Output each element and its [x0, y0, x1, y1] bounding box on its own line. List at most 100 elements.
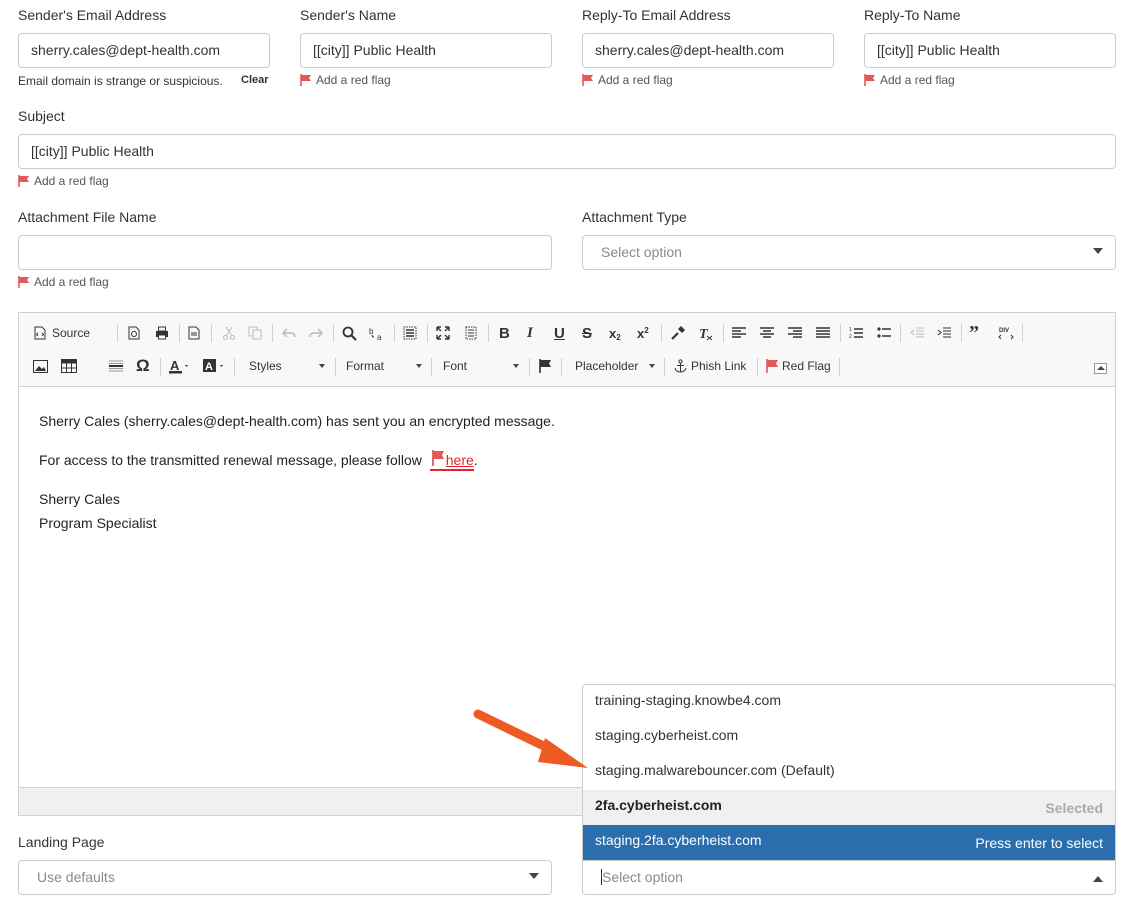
landing-page-select[interactable]: Use defaults — [18, 860, 552, 895]
redo-icon[interactable] — [308, 323, 324, 343]
format-label: Format — [346, 359, 385, 373]
bold-icon[interactable]: B — [499, 323, 510, 343]
strikethrough-icon[interactable]: S — [582, 323, 592, 343]
add-red-flag-subject[interactable]: Add a red flag — [18, 174, 109, 188]
replace-icon[interactable]: ba — [369, 323, 385, 343]
body-line-1: Sherry Cales (sherry.cales@dept-health.c… — [39, 413, 555, 429]
reply-name-input[interactable]: [[city]] Public Health — [864, 33, 1116, 68]
align-left-icon[interactable] — [732, 323, 746, 343]
maximize-icon[interactable] — [436, 323, 450, 343]
add-red-flag-label: Add a red flag — [316, 73, 391, 87]
outdent-icon[interactable] — [910, 323, 924, 343]
image-icon[interactable] — [33, 356, 48, 376]
reply-email-input[interactable]: sherry.cales@dept-health.com — [582, 33, 834, 68]
reply-email-label: Reply-To Email Address — [582, 7, 731, 23]
phish-link-here[interactable]: here — [446, 452, 474, 468]
domain-option-highlighted[interactable]: staging.2fa.cyberheist.com Press enter to… — [583, 825, 1115, 860]
subject-input[interactable]: [[city]] Public Health — [18, 134, 1116, 169]
format-combo[interactable]: Format — [346, 356, 422, 376]
phish-link-button[interactable]: Phish Link — [674, 356, 746, 376]
sender-name-input[interactable]: [[city]] Public Health — [300, 33, 552, 68]
indent-icon[interactable] — [937, 323, 951, 343]
domain-option[interactable]: training-staging.knowbe4.com — [583, 685, 1115, 720]
align-center-icon[interactable] — [760, 323, 774, 343]
select-all-icon[interactable] — [403, 323, 417, 343]
attachment-type-select[interactable]: Select option — [582, 235, 1116, 270]
placeholder-combo[interactable]: Placeholder — [575, 356, 655, 376]
preview-icon[interactable] — [127, 323, 141, 343]
superscript-icon[interactable]: x2 — [637, 323, 649, 343]
templates-icon[interactable] — [187, 323, 201, 343]
font-label: Font — [443, 359, 468, 373]
svg-text:b: b — [369, 327, 374, 336]
underline-icon[interactable]: U — [554, 323, 565, 343]
div-container-icon[interactable]: DIV — [998, 323, 1014, 343]
align-right-icon[interactable] — [788, 323, 802, 343]
sender-name-label: Sender's Name — [300, 7, 397, 23]
font-combo[interactable]: Font — [443, 356, 519, 376]
selected-tag: Selected — [1045, 800, 1103, 816]
signature-name: Sherry Cales — [39, 491, 120, 507]
annotation-arrow-icon — [473, 709, 588, 768]
bulleted-list-icon[interactable] — [877, 323, 891, 343]
add-red-flag-label: Add a red flag — [34, 174, 109, 188]
domain-option-selected[interactable]: 2fa.cyberheist.com Selected — [583, 790, 1115, 825]
source-button[interactable]: Source — [33, 323, 90, 343]
domain-select-placeholder: Select option — [602, 869, 683, 885]
red-flag-button[interactable]: Red Flag — [765, 356, 831, 376]
domain-option-label: training-staging.knowbe4.com — [595, 692, 781, 708]
chevron-down-icon — [416, 364, 422, 368]
chevron-up-icon — [1093, 876, 1103, 882]
show-blocks-icon[interactable] — [464, 323, 478, 343]
styles-label: Styles — [249, 359, 282, 373]
text-color-icon[interactable]: A — [169, 356, 191, 376]
subject-label: Subject — [18, 108, 65, 124]
copy-format-icon[interactable] — [670, 323, 686, 343]
body-line-2-period: . — [473, 452, 478, 468]
add-red-flag-attachment[interactable]: Add a red flag — [18, 275, 109, 289]
editor-toolbar: Source ba B I U S x 2 x 2 T 1 2 ” DIV Ω … — [19, 313, 1115, 387]
cut-icon[interactable] — [222, 323, 236, 343]
justify-icon[interactable] — [816, 323, 830, 343]
editor-content[interactable]: Sherry Cales (sherry.cales@dept-health.c… — [39, 409, 555, 535]
domain-dropdown-menu: training-staging.knowbe4.com staging.cyb… — [582, 684, 1116, 861]
chevron-down-icon — [513, 364, 519, 368]
reply-name-label: Reply-To Name — [864, 7, 961, 23]
landing-page-placeholder: Use defaults — [37, 869, 115, 885]
add-red-flag-sender-name[interactable]: Add a red flag — [300, 73, 391, 87]
add-red-flag-label: Add a red flag — [34, 275, 109, 289]
add-red-flag-reply-email[interactable]: Add a red flag — [582, 73, 673, 87]
flag-icon — [864, 74, 875, 86]
domain-option[interactable]: staging.malwarebouncer.com (Default) — [583, 755, 1115, 790]
copy-icon[interactable] — [248, 323, 262, 343]
subscript-icon[interactable]: x2 — [609, 323, 621, 343]
attachment-name-input[interactable] — [18, 235, 552, 270]
enter-hint: Press enter to select — [975, 835, 1103, 851]
remove-format-icon[interactable]: T — [698, 323, 713, 343]
blockquote-icon[interactable]: ” — [969, 322, 979, 344]
flag-icon — [18, 276, 29, 288]
italic-icon[interactable]: I — [527, 323, 533, 343]
print-icon[interactable] — [155, 323, 169, 343]
background-color-icon[interactable]: A — [203, 356, 229, 376]
flag-icon — [18, 175, 29, 187]
domain-option-label: 2fa.cyberheist.com — [595, 797, 722, 813]
numbered-list-icon[interactable]: 12 — [849, 323, 863, 343]
flag-toolbar-icon[interactable] — [538, 356, 552, 376]
horizontal-line-icon[interactable] — [109, 356, 123, 376]
clear-button[interactable]: Clear — [241, 74, 269, 86]
svg-text:1: 1 — [849, 327, 852, 333]
undo-icon[interactable] — [281, 323, 297, 343]
svg-text:T: T — [699, 327, 709, 341]
collapse-toolbar-icon[interactable] — [1094, 363, 1107, 374]
add-red-flag-reply-name[interactable]: Add a red flag — [864, 73, 955, 87]
domain-select-input[interactable]: Select option — [582, 860, 1116, 895]
email-domain-hint: Email domain is strange or suspicious. — [18, 74, 223, 88]
table-icon[interactable] — [61, 356, 77, 376]
sender-email-input[interactable]: sherry.cales@dept-health.com — [18, 33, 270, 68]
domain-option[interactable]: staging.cyberheist.com — [583, 720, 1115, 755]
body-line-2: For access to the transmitted renewal me… — [39, 448, 555, 472]
find-icon[interactable] — [342, 323, 357, 343]
styles-combo[interactable]: Styles — [249, 356, 325, 376]
special-char-icon[interactable]: Ω — [136, 356, 150, 376]
